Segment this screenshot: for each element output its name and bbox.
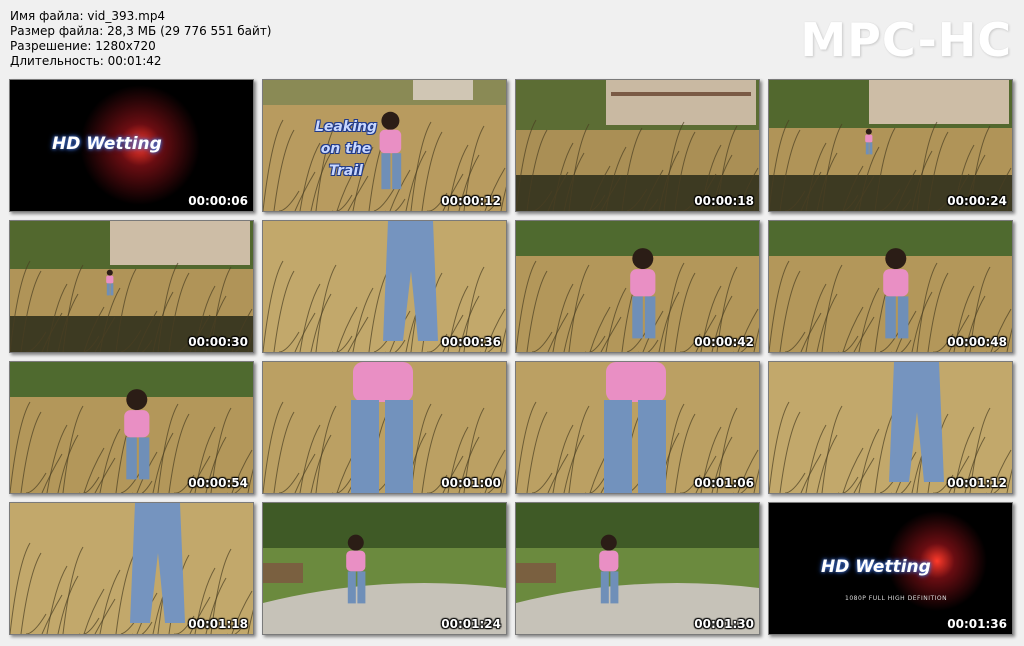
thumbnail-timestamp: 00:01:24 xyxy=(441,617,501,631)
thumbnail-13: 00:01:18 xyxy=(9,502,254,635)
hd-wetting-title: HD Wetting xyxy=(821,557,931,577)
leaking-title-line: Trail xyxy=(329,163,363,179)
thumbnail-3: 00:00:18 xyxy=(515,79,760,212)
thumbnail-timestamp: 00:00:24 xyxy=(947,194,1007,208)
hd-wetting-title: HD Wetting xyxy=(52,134,162,154)
thumbnail-timestamp: 00:00:06 xyxy=(188,194,248,208)
thumbnail-1: HD Wetting 00:00:06 xyxy=(9,79,254,212)
leaking-title: Leaking on the Trail xyxy=(291,116,401,182)
thumbnail-14: 00:01:24 xyxy=(262,502,507,635)
thumbnail-timestamp: 00:01:30 xyxy=(694,617,754,631)
file-duration: Длительность: 00:01:42 xyxy=(10,54,162,68)
thumbnail-timestamp: 00:01:06 xyxy=(694,476,754,490)
thumbnail-9: 00:00:54 xyxy=(9,361,254,494)
thumbnail-15: 00:01:30 xyxy=(515,502,760,635)
thumbnail-2: Leaking on the Trail 00:00:12 xyxy=(262,79,507,212)
thumbnail-8: 00:00:48 xyxy=(768,220,1013,353)
thumbnail-timestamp: 00:00:18 xyxy=(694,194,754,208)
file-size: Размер файла: 28,3 МБ (29 776 551 байт) xyxy=(10,24,272,38)
thumbnail-timestamp: 00:01:36 xyxy=(947,617,1007,631)
thumbnail-5: 00:00:30 xyxy=(9,220,254,353)
thumbnail-timestamp: 00:00:12 xyxy=(441,194,501,208)
thumbnail-timestamp: 00:00:48 xyxy=(947,335,1007,349)
thumbnail-grid: HD Wetting 00:00:06 Leaking on the Trail 00:… xyxy=(9,79,1013,635)
thumbnail-6: 00:00:36 xyxy=(262,220,507,353)
thumbnail-timestamp: 00:00:42 xyxy=(694,335,754,349)
app-logo: MPC-HC xyxy=(800,13,1012,67)
thumbnail-timestamp: 00:01:18 xyxy=(188,617,248,631)
thumbnail-timestamp: 00:00:54 xyxy=(188,476,248,490)
thumbnail-timestamp: 00:00:30 xyxy=(188,335,248,349)
file-name: Имя файла: vid_393.mp4 xyxy=(10,9,166,23)
thumbnail-4: 00:00:24 xyxy=(768,79,1013,212)
thumbnail-timestamp: 00:01:00 xyxy=(441,476,501,490)
thumbnail-16: HD Wetting 1080P FULL HIGH DEFINITION 00:0… xyxy=(768,502,1013,635)
thumbnail-12: 00:01:12 xyxy=(768,361,1013,494)
thumbnail-10: 00:01:00 xyxy=(262,361,507,494)
leaking-title-line: on the xyxy=(320,141,372,157)
file-resolution: Разрешение: 1280x720 xyxy=(10,39,156,53)
thumbnail-11: 00:01:06 xyxy=(515,361,760,494)
thumbnail-timestamp: 00:00:36 xyxy=(441,335,501,349)
thumbnail-timestamp: 00:01:12 xyxy=(947,476,1007,490)
file-info: Имя файла: vid_393.mp4 Размер файла: 28,… xyxy=(10,9,272,69)
leaking-title-line: Leaking xyxy=(315,119,377,135)
thumbnail-7: 00:00:42 xyxy=(515,220,760,353)
definition-subtitle: 1080P FULL HIGH DEFINITION xyxy=(845,595,948,602)
